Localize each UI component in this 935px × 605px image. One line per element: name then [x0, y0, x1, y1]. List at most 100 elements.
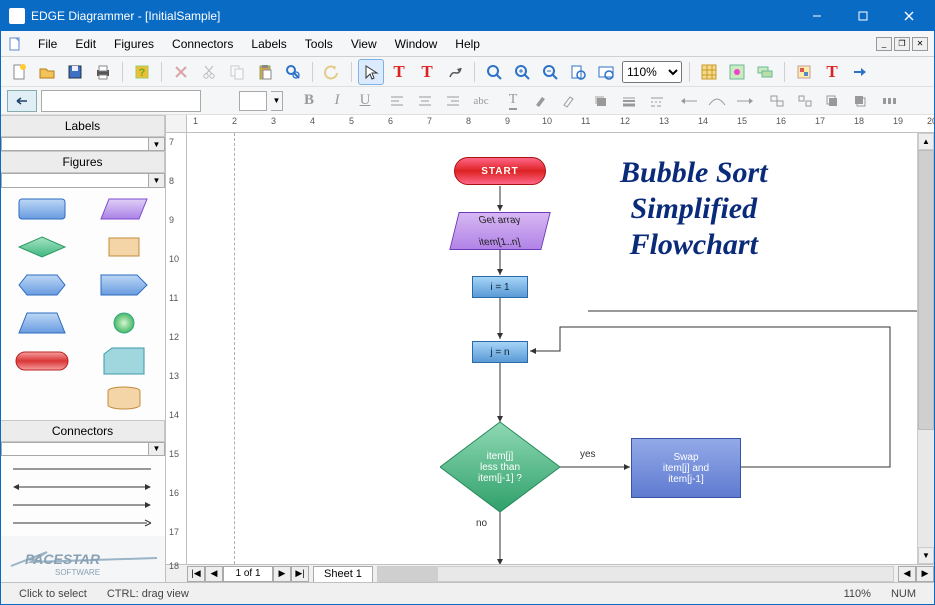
- ruler-horizontal[interactable]: 1 2 3 4 5 6 7 8 9 10 11 12 13 14 15 16 1: [187, 115, 934, 133]
- menu-view[interactable]: View: [342, 34, 386, 54]
- figure-card[interactable]: [91, 346, 157, 376]
- bold-button[interactable]: B: [297, 89, 321, 113]
- decision-node[interactable]: item[j]less thanitem[j-1] ?: [440, 422, 560, 512]
- vertical-scrollbar[interactable]: ▲ ▼: [917, 133, 934, 564]
- connector-double-arrow[interactable]: [7, 478, 159, 496]
- grid-button[interactable]: [697, 60, 721, 84]
- i-equals-1-node[interactable]: i = 1: [472, 276, 528, 298]
- figure-trapezoid[interactable]: [9, 308, 75, 338]
- last-page-button[interactable]: ▶|: [291, 566, 309, 582]
- new-button[interactable]: [7, 60, 31, 84]
- sheet-tab[interactable]: Sheet 1: [313, 566, 373, 582]
- abc-button[interactable]: abc: [469, 89, 493, 113]
- vscroll-thumb[interactable]: [918, 150, 934, 430]
- horizontal-scrollbar[interactable]: [377, 566, 894, 582]
- figure-diamond[interactable]: [9, 232, 75, 262]
- snap-figure-button[interactable]: [753, 60, 777, 84]
- connectors-panel-header[interactable]: Connectors: [1, 420, 165, 442]
- zoom-out-button[interactable]: [538, 60, 562, 84]
- menu-labels[interactable]: Labels: [242, 34, 295, 54]
- style-selector[interactable]: [41, 90, 201, 112]
- labels-combo[interactable]: ▼: [1, 137, 165, 151]
- chevron-down-icon[interactable]: ▼: [148, 138, 164, 150]
- maximize-button[interactable]: [840, 1, 886, 31]
- mdi-minimize-icon[interactable]: _: [876, 37, 892, 51]
- arrow-end-button[interactable]: [733, 89, 757, 113]
- text-color-button[interactable]: T: [501, 89, 525, 113]
- zoom-button[interactable]: [482, 60, 506, 84]
- style-gallery-button[interactable]: [792, 60, 816, 84]
- menu-figures[interactable]: Figures: [105, 34, 163, 54]
- figure-circle[interactable]: [91, 308, 157, 338]
- underline-button[interactable]: U: [353, 89, 377, 113]
- zoom-fit-button[interactable]: [594, 60, 618, 84]
- scroll-up-icon[interactable]: ▲: [918, 133, 934, 150]
- menu-tools[interactable]: Tools: [296, 34, 342, 54]
- cut-button[interactable]: [197, 60, 221, 84]
- minimize-button[interactable]: [794, 1, 840, 31]
- figure-cylinder[interactable]: [91, 384, 157, 414]
- figure-rect[interactable]: [9, 194, 75, 224]
- menu-help[interactable]: Help: [446, 34, 489, 54]
- copy-button[interactable]: [225, 60, 249, 84]
- connector-tool-button[interactable]: [443, 60, 467, 84]
- zoom-combo[interactable]: 110%: [622, 61, 682, 83]
- menu-file[interactable]: File: [29, 34, 66, 54]
- back-button[interactable]: [849, 89, 873, 113]
- text-tool-button[interactable]: T: [387, 60, 411, 84]
- menu-edit[interactable]: Edit: [66, 34, 105, 54]
- italic-button[interactable]: I: [325, 89, 349, 113]
- connector-open-arrow[interactable]: [7, 514, 159, 532]
- help-button[interactable]: ?: [130, 60, 154, 84]
- connector-line[interactable]: [7, 460, 159, 478]
- figure-small-rect[interactable]: [91, 232, 157, 262]
- mdi-close-icon[interactable]: ✕: [912, 37, 928, 51]
- text-tool2-button[interactable]: T: [415, 60, 439, 84]
- mdi-restore-icon[interactable]: ❐: [894, 37, 910, 51]
- text-style-button[interactable]: T: [820, 60, 844, 84]
- figures-combo[interactable]: ▼: [1, 173, 165, 187]
- open-button[interactable]: [35, 60, 59, 84]
- undo-button[interactable]: [320, 60, 344, 84]
- highlight-button[interactable]: [529, 89, 553, 113]
- save-button[interactable]: [63, 60, 87, 84]
- paste-button[interactable]: [253, 60, 277, 84]
- line-style-button[interactable]: [617, 89, 641, 113]
- next-page-button[interactable]: ▶: [273, 566, 291, 582]
- arrow-curve-button[interactable]: [705, 89, 729, 113]
- figure-parallelogram[interactable]: [91, 194, 157, 224]
- figure-hexagon[interactable]: [9, 270, 75, 300]
- scroll-right-icon[interactable]: ▶: [916, 566, 934, 582]
- start-node[interactable]: START: [454, 157, 546, 185]
- connector-arrow[interactable]: [7, 496, 159, 514]
- align-right-button[interactable]: [441, 89, 465, 113]
- dash-style-button[interactable]: [645, 89, 669, 113]
- ungroup-button[interactable]: [793, 89, 817, 113]
- delete-button[interactable]: [169, 60, 193, 84]
- j-equals-n-node[interactable]: j = n: [472, 341, 528, 363]
- hscroll-thumb[interactable]: [378, 567, 438, 581]
- align-center-button[interactable]: [413, 89, 437, 113]
- figures-panel-header[interactable]: Figures: [1, 151, 165, 173]
- export-button[interactable]: [848, 60, 872, 84]
- fill-color-button[interactable]: [239, 91, 267, 111]
- zoom-in-button[interactable]: [510, 60, 534, 84]
- brush-button[interactable]: [557, 89, 581, 113]
- swap-node[interactable]: Swapitem[j] anditem[j-1]: [631, 438, 741, 498]
- pointer-mode-button[interactable]: [7, 90, 37, 112]
- shadow-button[interactable]: [589, 89, 613, 113]
- select-tool-button[interactable]: [359, 60, 383, 84]
- close-button[interactable]: [886, 1, 932, 31]
- first-page-button[interactable]: |◀: [187, 566, 205, 582]
- scroll-down-icon[interactable]: ▼: [918, 547, 934, 564]
- labels-panel-header[interactable]: Labels: [1, 115, 165, 137]
- canvas[interactable]: START Get arrayitem[1..n] i = 1 j = n it…: [187, 133, 917, 564]
- chevron-down-icon[interactable]: ▼: [148, 174, 164, 186]
- menu-window[interactable]: Window: [386, 34, 447, 54]
- find-button[interactable]: [281, 60, 305, 84]
- scroll-left-icon[interactable]: ◀: [898, 566, 916, 582]
- fill-dropdown-icon[interactable]: ▼: [271, 91, 283, 111]
- snap-grid-button[interactable]: [725, 60, 749, 84]
- print-button[interactable]: [91, 60, 115, 84]
- prev-page-button[interactable]: ◀: [205, 566, 223, 582]
